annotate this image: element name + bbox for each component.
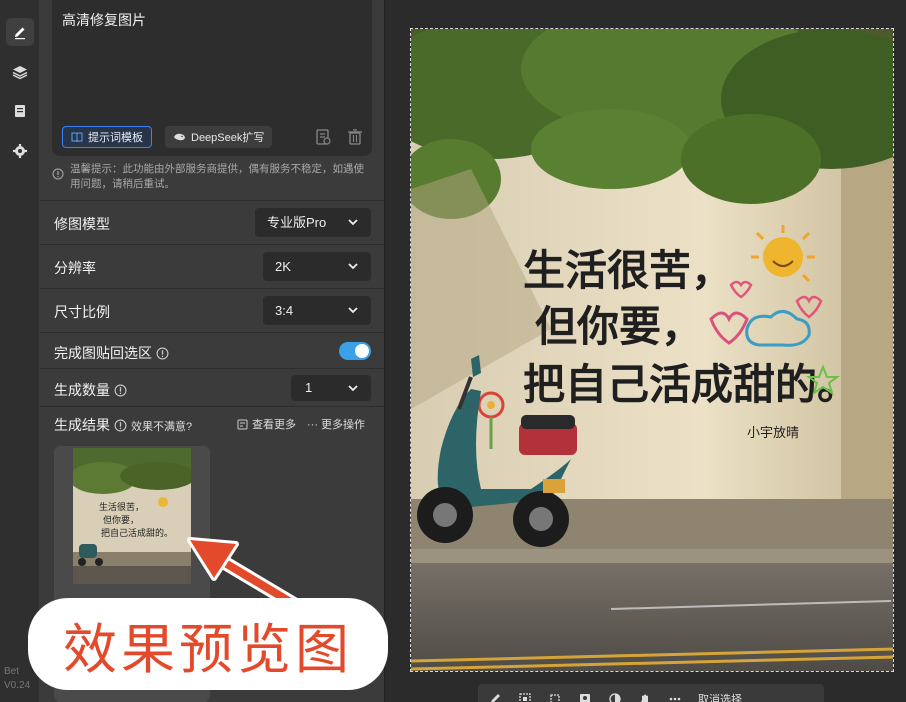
- brush-icon[interactable]: [488, 692, 502, 702]
- ratio-value: 3:4: [275, 303, 294, 318]
- feedback-link[interactable]: 效果不满意?: [131, 421, 192, 433]
- chevron-down-icon: [348, 219, 358, 226]
- cancel-selection-button[interactable]: 取消选择: [698, 691, 742, 702]
- model-value: 专业版Pro: [267, 215, 327, 230]
- wall-text-line-3: 把自己活成甜的。: [523, 360, 859, 409]
- edit-icon[interactable]: [6, 18, 34, 46]
- info-icon[interactable]: [156, 347, 169, 360]
- view-more-icon: [237, 419, 248, 429]
- resolution-row: 分辨率 2K: [40, 244, 384, 288]
- ratio-label: 尺寸比例: [54, 304, 110, 320]
- deepseek-expand-button[interactable]: DeepSeek扩写: [165, 126, 273, 148]
- prompt-text[interactable]: 高清修复图片: [62, 10, 146, 30]
- main-image[interactable]: 生活很苦， 但你要， 把自己活成甜的。 小宇放晴: [410, 28, 894, 672]
- version-number: V0.24: [4, 680, 31, 691]
- view-more-button[interactable]: 查看更多: [237, 416, 296, 432]
- count-value: 1: [305, 380, 313, 395]
- preview-annotation-label: 效果预览图: [28, 598, 388, 690]
- more-actions-label: ··· 更多操作: [307, 419, 366, 431]
- model-row: 修图模型 专业版Pro: [40, 200, 384, 244]
- info-icon: [52, 168, 64, 180]
- person-icon[interactable]: [578, 692, 592, 702]
- gear-icon[interactable]: [6, 137, 34, 165]
- count-text: 生成数量: [54, 382, 110, 398]
- paste-back-text: 完成图贴回选区: [54, 345, 152, 361]
- info-icon[interactable]: [114, 384, 127, 397]
- chevron-down-icon: [348, 263, 358, 270]
- crop-icon[interactable]: [548, 692, 562, 702]
- view-more-label: 查看更多: [252, 419, 296, 431]
- resolution-label: 分辨率: [54, 260, 96, 276]
- resolution-select[interactable]: 2K: [263, 252, 371, 281]
- service-notice-text: 温馨提示：此功能由外部服务商提供，偶有服务不稳定，如遇使用问题，请稍后重试。: [70, 163, 364, 190]
- result-label: 生成结果: [54, 417, 110, 433]
- thumb-line-2: 但你要，: [103, 514, 139, 526]
- service-notice: 温馨提示：此功能由外部服务商提供，偶有服务不稳定，如遇使用问题，请稍后重试。: [52, 162, 374, 196]
- paste-back-label: 完成图贴回选区: [54, 343, 169, 363]
- wall-signature: 小宇放晴: [747, 426, 799, 441]
- model-select[interactable]: 专业版Pro: [255, 208, 371, 237]
- icon-rail: Bet V0.24: [0, 0, 40, 702]
- more-actions-button[interactable]: ··· 更多操作: [307, 416, 365, 432]
- count-row: 生成数量 1: [40, 368, 384, 406]
- chevron-down-icon: [348, 385, 358, 392]
- model-label: 修图模型: [54, 216, 110, 232]
- wall-text-line-2: 但你要，: [535, 302, 703, 351]
- count-select[interactable]: 1: [291, 375, 371, 401]
- image-select-icon[interactable]: [518, 692, 532, 702]
- resolution-value: 2K: [275, 259, 291, 274]
- canvas-toolbar: 取消选择: [478, 684, 824, 702]
- divider: [40, 406, 384, 407]
- prompt-textarea[interactable]: 高清修复图片 提示词模板 DeepSeek扩写: [52, 0, 372, 156]
- more-icon[interactable]: [668, 692, 682, 702]
- wall-text-line-1: 生活很苦，: [523, 246, 733, 295]
- hand-icon[interactable]: [638, 692, 652, 702]
- info-icon[interactable]: [114, 419, 127, 432]
- document-icon[interactable]: [6, 97, 34, 125]
- ratio-row: 尺寸比例 3:4: [40, 288, 384, 332]
- trash-icon[interactable]: [346, 128, 364, 146]
- layers-icon[interactable]: [6, 58, 34, 86]
- deepseek-expand-label: DeepSeek扩写: [191, 132, 265, 144]
- thumb-line-3: 把自己活成甜的。: [101, 527, 173, 539]
- count-label: 生成数量: [54, 380, 127, 400]
- paste-back-toggle[interactable]: [339, 342, 371, 360]
- book-icon: [71, 132, 83, 143]
- history-icon[interactable]: [314, 128, 332, 146]
- deepseek-whale-icon: [174, 133, 185, 141]
- paste-back-row: 完成图贴回选区: [40, 332, 384, 368]
- scene-illustration: 生活很苦， 但你要， 把自己活成甜的。 小宇放晴: [411, 29, 893, 671]
- ratio-select[interactable]: 3:4: [263, 296, 371, 325]
- chevron-down-icon: [348, 307, 358, 314]
- result-header: 生成结果 效果不满意?: [54, 415, 192, 435]
- thumb-line-1: 生活很苦，: [99, 501, 144, 513]
- version-label: Bet: [4, 666, 20, 677]
- contrast-icon[interactable]: [608, 692, 622, 702]
- prompt-template-button[interactable]: 提示词模板: [62, 126, 152, 148]
- prompt-template-label: 提示词模板: [88, 132, 143, 144]
